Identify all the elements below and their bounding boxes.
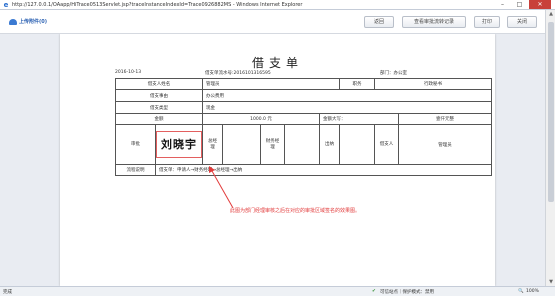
scroll-down-icon[interactable]: ▼	[546, 278, 555, 286]
view-approval-record-button[interactable]: 查看审批流转记录	[402, 16, 466, 28]
content-area: 借支单 2016-10-13 借支单流水号:2016101316595 部门：办…	[0, 34, 545, 286]
checkmark-icon: ✔	[372, 289, 376, 294]
status-bar: 完成 ✔ 可信站点｜保护模式：禁用 🔍 100%	[0, 286, 555, 296]
vertical-scrollbar[interactable]: ▲ ▼	[545, 10, 555, 286]
ie-browser-icon: e	[3, 1, 9, 9]
upload-attachment-link[interactable]: 上传附件(0)	[9, 18, 47, 25]
back-button[interactable]: 返回	[364, 16, 394, 28]
window-title: http://127.0.0.1/OAapp/HiTrace0513Servle…	[12, 2, 303, 8]
scroll-up-icon[interactable]: ▲	[546, 10, 555, 18]
window-titlebar: e http://127.0.0.1/OAapp/HiTrace0513Serv…	[0, 0, 555, 10]
minimize-button[interactable]: –	[495, 0, 510, 9]
annotation-note: 此图为部门经理审核之后在对应的审批区域签名的效果图。	[230, 208, 361, 214]
upload-label: 上传附件(0)	[19, 19, 48, 25]
annotation-arrow	[209, 166, 234, 209]
window-close-button[interactable]: ✕	[529, 0, 551, 9]
cloud-upload-icon	[9, 18, 17, 25]
document-paper: 借支单 2016-10-13 借支单流水号:2016101316595 部门：办…	[60, 34, 495, 286]
print-button[interactable]: 打印	[474, 16, 500, 28]
scrollbar-thumb[interactable]	[548, 22, 554, 202]
zoom-icon: 🔍	[518, 289, 524, 294]
zoom-level[interactable]: 100%	[526, 289, 539, 294]
security-zone: 可信站点｜保护模式：禁用	[380, 290, 434, 295]
close-button[interactable]: 关闭	[507, 16, 537, 28]
status-text: 完成	[3, 290, 12, 295]
maximize-button[interactable]: □	[512, 0, 527, 9]
page-toolbar: 上传附件(0) 返回 查看审批流转记录 打印 关闭	[0, 10, 545, 34]
